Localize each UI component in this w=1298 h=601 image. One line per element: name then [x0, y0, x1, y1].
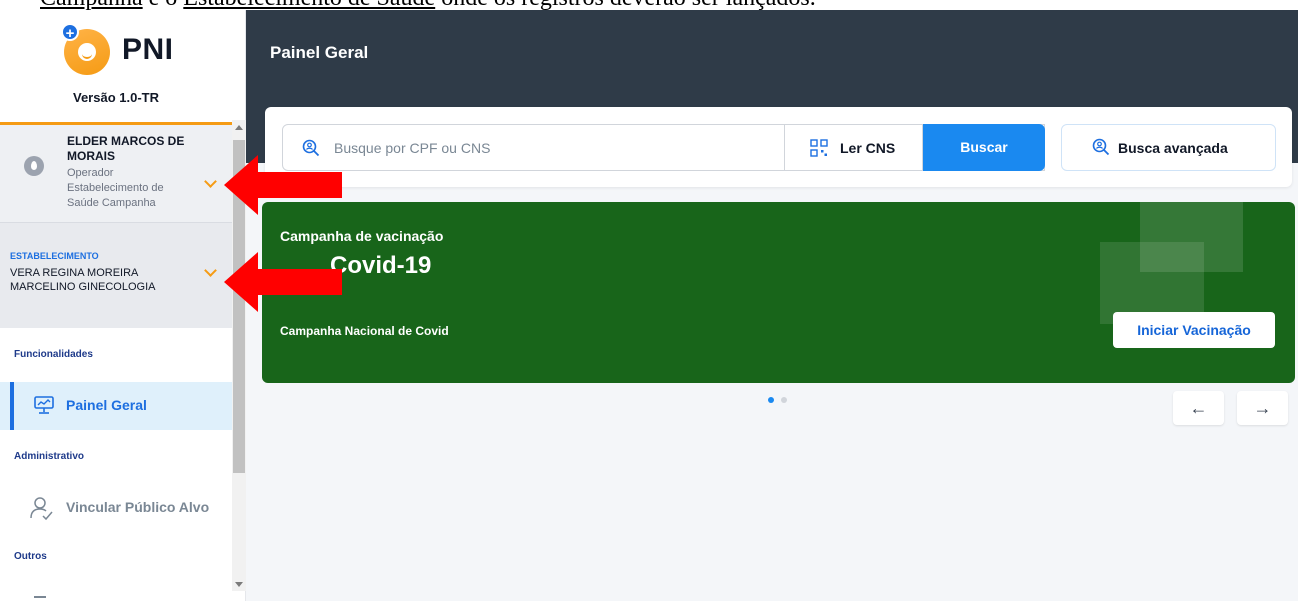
plus-badge-icon: + [61, 23, 79, 42]
carousel-dot-active[interactable] [768, 397, 774, 403]
advanced-search-label: Busca avançada [1118, 140, 1228, 156]
sidebar-item-vincular-publico-alvo[interactable]: Vincular Público Alvo [0, 484, 232, 532]
caption-establishment-words: Estabelecimento de Saúde [183, 0, 435, 10]
start-vaccination-button[interactable]: Iniciar Vacinação [1113, 312, 1275, 348]
scroll-down-arrow-icon[interactable] [235, 582, 243, 587]
carousel-next-button[interactable]: → [1237, 391, 1288, 425]
carousel-dot[interactable] [781, 397, 787, 403]
qr-code-icon [810, 139, 828, 157]
campaign-title: Covid-19 [330, 252, 432, 279]
chevron-down-icon[interactable] [204, 264, 217, 277]
user-selector[interactable]: ELDER MARCOS DE MORAIS Operador Estabele… [0, 125, 232, 222]
campaign-subtitle: Campanha Nacional de Covid [280, 324, 449, 338]
sidebar-item-painel-geral[interactable]: Painel Geral [0, 382, 232, 430]
logo-text: PNI [122, 33, 174, 66]
user-role: Operador Estabelecimento de Saúde Campan… [67, 167, 164, 209]
advanced-search-button[interactable]: Busca avançada [1061, 124, 1276, 171]
search-placeholder: Busque por CPF ou CNS [334, 140, 491, 156]
sidebar: + PNI Versão 1.0-TR ELDER MARCOS DE MORA… [0, 10, 246, 601]
establishment-name: VERA REGINA MOREIRA MARCELINO GINECOLOGI… [10, 267, 156, 293]
carousel-prev-button[interactable]: ← [1173, 391, 1224, 425]
section-administrative: Administrativo [14, 451, 85, 462]
search-card: Busque por CPF ou CNS Ler CNS Buscar Bus… [265, 107, 1292, 187]
version-label: Versão 1.0-TR [73, 90, 159, 105]
sidebar-item-label: Vincular Público Alvo [66, 499, 210, 515]
establishment-label: ESTABELECIMENTO [10, 251, 99, 261]
annotation-arrow-icon [224, 252, 342, 312]
campaign-card: Campanha de vacinação Covid-19 Campanha … [262, 202, 1295, 383]
document-caption: Campanha e o Estabelecimento de Saúde on… [0, 0, 1298, 10]
chevron-down-icon[interactable] [204, 175, 217, 188]
user-check-icon [30, 497, 53, 521]
sidebar-item-label: Painel Geral [66, 397, 147, 413]
section-others: Outros [14, 551, 47, 562]
section-functionalities: Funcionalidades [14, 349, 93, 360]
partial-item-icon [34, 596, 46, 601]
read-cns-label: Ler CNS [840, 140, 896, 156]
logo-area: + PNI Versão 1.0-TR [0, 10, 232, 122]
establishment-selector[interactable]: ESTABELECIMENTO VERA REGINA MOREIRA MARC… [0, 222, 232, 328]
user-search-icon [1092, 138, 1110, 156]
monitor-icon [34, 396, 54, 414]
top-header: Painel Geral [246, 10, 1298, 87]
read-cns-button[interactable]: Ler CNS [784, 124, 923, 171]
page-title: Painel Geral [270, 43, 369, 62]
search-button[interactable]: Buscar [923, 124, 1045, 171]
caption-campaign-word: Campanha [40, 0, 143, 10]
user-name: ELDER MARCOS DE MORAIS [67, 134, 185, 163]
scroll-up-arrow-icon[interactable] [235, 125, 243, 130]
campaign-kicker: Campanha de vacinação [280, 228, 444, 244]
caption-rest: onde os registros deverão ser lançados. [435, 0, 816, 10]
annotation-arrow-icon [224, 155, 342, 215]
caption-conjunction: e o [143, 0, 184, 10]
user-avatar-icon [24, 156, 44, 176]
